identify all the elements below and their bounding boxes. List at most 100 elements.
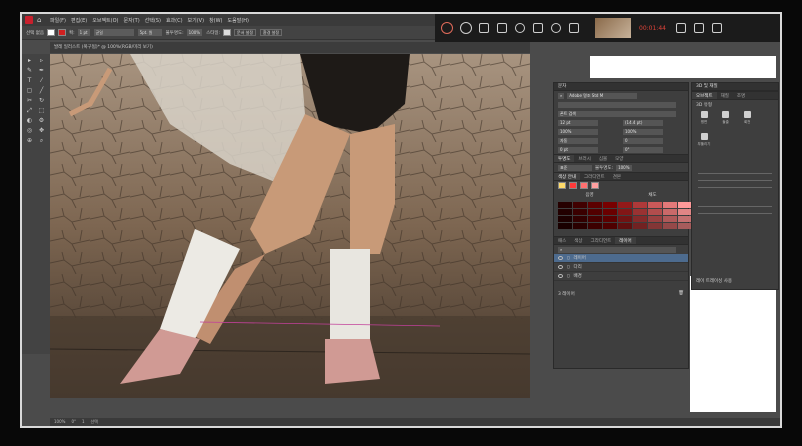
close-icon[interactable] — [711, 23, 722, 33]
kerning-field[interactable]: 자동 — [558, 137, 598, 144]
menu-window[interactable]: 창(W) — [209, 17, 222, 24]
canvas[interactable] — [50, 54, 530, 398]
color-guide-cell[interactable] — [558, 209, 572, 215]
color-guide-cell[interactable] — [618, 216, 632, 222]
rotation-slider[interactable] — [698, 213, 772, 214]
preferences-button[interactable]: 환경 설정 — [260, 29, 283, 36]
color-guide-cell[interactable] — [588, 223, 602, 229]
visibility-icon[interactable] — [558, 274, 563, 278]
color-guide-cell[interactable] — [633, 202, 647, 208]
artboard-top[interactable] — [590, 56, 776, 78]
tool-icon[interactable]: ⬚ — [36, 106, 47, 115]
lock-icon[interactable]: ▯ — [567, 256, 569, 261]
menu-type[interactable]: 문자(T) — [124, 17, 140, 24]
tracking-field[interactable]: 0 — [623, 137, 663, 144]
tool-icon[interactable]: T — [24, 76, 35, 85]
tab-lighting[interactable]: 조명 — [733, 92, 749, 99]
color-guide-cell[interactable] — [588, 216, 602, 222]
layer-search-field[interactable]: ⌕ — [558, 246, 676, 253]
harmony-swatch-1[interactable] — [569, 182, 577, 189]
artboard-number[interactable]: 1 — [82, 418, 85, 426]
base-color-swatch[interactable] — [558, 182, 566, 189]
revolve-button[interactable]: 회전 — [738, 111, 756, 129]
rotate-field[interactable]: 0° — [623, 146, 663, 153]
search-icon[interactable]: ⌕ — [558, 92, 565, 99]
harmony-swatch-2[interactable] — [580, 182, 588, 189]
font-family-select[interactable]: Adobe 명조 Std M — [567, 92, 638, 99]
vertical-scale-field[interactable]: 100% — [558, 128, 598, 135]
settings-icon[interactable] — [693, 23, 704, 33]
tool-icon[interactable]: ✒ — [36, 66, 47, 75]
tab-material[interactable]: 재질 — [717, 92, 733, 99]
tab-transparency[interactable]: 투명도 — [554, 155, 575, 162]
tab-brushes[interactable]: 브러시 — [574, 155, 594, 162]
tool-icon[interactable]: ⊕ — [24, 136, 35, 145]
plane-button[interactable]: 평면 — [695, 111, 713, 129]
tab-object[interactable]: 오브젝트 — [692, 92, 717, 99]
color-guide-cell[interactable] — [633, 209, 647, 215]
color-guide-cell[interactable] — [603, 216, 617, 222]
tool-icon[interactable]: ▢ — [24, 86, 35, 95]
color-guide-cell[interactable] — [573, 209, 587, 215]
color-guide-cell[interactable] — [618, 223, 632, 229]
tab-gradient-2[interactable]: 그라디언트 — [587, 237, 616, 244]
stroke-weight-field[interactable]: 1 pt — [77, 29, 90, 36]
color-guide-cell[interactable] — [573, 216, 587, 222]
tool-icon[interactable]: ✥ — [36, 126, 47, 135]
menu-file[interactable]: 파일(F) — [50, 17, 66, 24]
tool-icon[interactable]: ✂ — [24, 96, 35, 105]
undo-icon[interactable] — [551, 23, 561, 33]
tab-color-guide[interactable]: 색상 안내 — [554, 173, 580, 180]
camera-icon[interactable] — [569, 23, 579, 33]
harmony-swatch-3[interactable] — [591, 182, 599, 189]
fill-swatch[interactable] — [47, 29, 55, 36]
style-swatch[interactable] — [223, 29, 232, 36]
color-guide-cell[interactable] — [558, 216, 572, 222]
tool-icon[interactable]: ⌕ — [36, 136, 47, 145]
tool-icon[interactable]: ╱ — [36, 86, 47, 95]
tool-icon[interactable]: ✎ — [24, 66, 35, 75]
color-guide-cell[interactable] — [678, 209, 692, 215]
tab-paths[interactable]: 패스 — [554, 237, 570, 244]
color-guide-cell[interactable] — [603, 209, 617, 215]
visibility-icon[interactable] — [558, 256, 563, 260]
character-panel-header[interactable]: 문자 — [554, 83, 688, 91]
brush-select[interactable]: 5pt. 원 — [137, 29, 162, 36]
tool-icon[interactable]: ▸ — [24, 56, 35, 65]
lock-icon[interactable]: ▯ — [567, 274, 569, 279]
tab-color[interactable]: 색상 — [570, 237, 586, 244]
font-style-select[interactable] — [558, 101, 676, 108]
blend-mode-select[interactable]: 표준 — [558, 164, 592, 171]
tab-symbols[interactable]: 심볼 — [595, 155, 611, 162]
tool-icon[interactable]: ◎ — [24, 126, 35, 135]
color-guide-cell[interactable] — [663, 216, 677, 222]
color-guide-cell[interactable] — [648, 209, 662, 215]
menu-view[interactable]: 보기(V) — [188, 17, 205, 24]
color-guide-cell[interactable] — [663, 223, 677, 229]
color-guide-cell[interactable] — [648, 223, 662, 229]
color-guide-cell[interactable] — [678, 216, 692, 222]
color-guide-cell[interactable] — [618, 209, 632, 215]
tool-icon[interactable]: ⚙ — [36, 116, 47, 125]
color-guide-cell[interactable] — [678, 202, 692, 208]
transparency-opacity-field[interactable]: 100% — [616, 164, 632, 171]
menu-edit[interactable]: 편집(E) — [71, 17, 87, 24]
trash-icon[interactable]: 🗑 — [678, 291, 684, 296]
font-search-field[interactable]: 폰트 검색 — [558, 110, 676, 117]
color-guide-cell[interactable] — [633, 223, 647, 229]
extrude-button[interactable]: 돌출 — [717, 111, 735, 129]
color-guide-cell[interactable] — [678, 223, 692, 229]
color-guide-cell[interactable] — [558, 202, 572, 208]
note-icon[interactable] — [479, 23, 489, 33]
3d-panel-header[interactable]: 3D 및 재질 — [692, 83, 778, 91]
menu-help[interactable]: 도움말(H) — [228, 17, 249, 24]
layer-row[interactable]: ▯ 배경 — [554, 272, 688, 281]
color-guide-cell[interactable] — [603, 223, 617, 229]
taper-slider[interactable] — [698, 187, 772, 188]
tab-appearance[interactable]: 모양 — [611, 155, 627, 162]
cursor-icon[interactable] — [533, 23, 543, 33]
inflate-button[interactable]: 부풀리기 — [695, 133, 713, 151]
twist-slider[interactable] — [698, 180, 772, 181]
lock-icon[interactable]: ▯ — [567, 265, 569, 270]
menu-object[interactable]: 오브젝트(O) — [92, 17, 118, 24]
